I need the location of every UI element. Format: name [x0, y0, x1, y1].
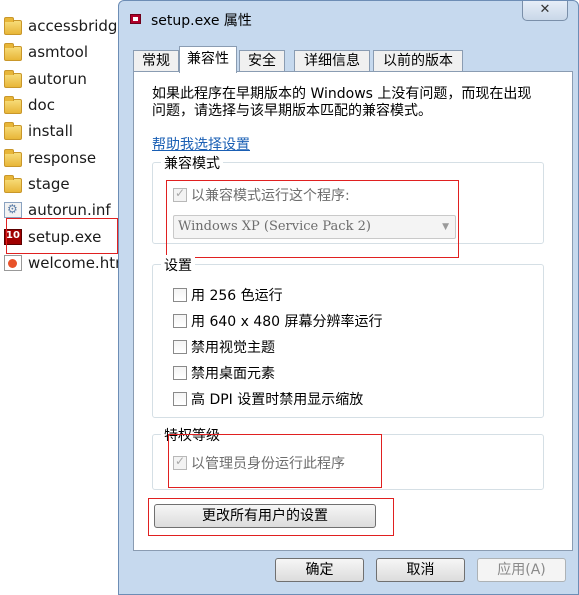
tab-security[interactable]: 安全	[239, 50, 285, 72]
title-bar[interactable]: setup.exe 属性 ✕	[119, 1, 578, 35]
folder-icon	[4, 42, 22, 61]
run-as-admin-checkbox[interactable]	[173, 454, 187, 470]
group-title-privilege: 特权等级	[161, 425, 223, 445]
file-name: autorun.inf	[28, 201, 111, 219]
folder-icon	[4, 95, 22, 114]
folder-icon	[4, 148, 22, 167]
compat-mode-checkbox[interactable]	[173, 186, 187, 202]
compat-mode-select[interactable]: Windows XP (Service Pack 2) ▼	[173, 215, 456, 239]
compat-mode-group: 兼容模式 以兼容模式运行这个程序: Windows XP (Service Pa…	[152, 153, 544, 244]
group-title-compat-mode: 兼容模式	[161, 153, 223, 173]
option-640x480[interactable]: 用 640 x 480 屏幕分辨率运行	[173, 311, 383, 331]
privilege-group: 特权等级 以管理员身份运行此程序	[152, 425, 544, 490]
intro-text: 如果此程序在早期版本的 Windows 上没有问题，而现在出现问题，请选择与该早…	[152, 86, 532, 119]
change-all-users-button[interactable]: 更改所有用户的设置	[154, 504, 376, 528]
file-name: response	[28, 149, 97, 167]
window-title: setup.exe 属性	[151, 13, 252, 29]
compat-mode-select-value: Windows XP (Service Pack 2)	[178, 219, 371, 234]
folder-icon	[4, 174, 22, 193]
checkbox[interactable]	[173, 392, 187, 406]
file-name: stage	[28, 175, 70, 193]
chevron-down-icon: ▼	[442, 222, 449, 232]
folder-icon	[4, 16, 22, 35]
explorer-file-list: accessbridg asmtool autorun doc install …	[0, 0, 125, 595]
folder-icon	[4, 69, 22, 88]
close-button[interactable]: ✕	[522, 1, 568, 21]
option-256-colors[interactable]: 用 256 色运行	[173, 285, 283, 305]
file-name: asmtool	[28, 43, 89, 61]
file-item-autorun[interactable]: autorun	[0, 67, 125, 91]
option-disable-desktop-composition[interactable]: 禁用桌面元素	[173, 363, 275, 383]
ok-button[interactable]: 确定	[275, 558, 364, 582]
file-item-welcome-htm[interactable]: welcome.htm	[0, 251, 125, 275]
compatibility-panel: 如果此程序在早期版本的 Windows 上没有问题，而现在出现问题，请选择与该早…	[133, 71, 573, 551]
cancel-button[interactable]: 取消	[376, 558, 465, 582]
file-name: doc	[28, 96, 55, 114]
run-as-admin-option[interactable]: 以管理员身份运行此程序	[173, 453, 345, 473]
checkbox[interactable]	[173, 314, 187, 328]
file-item-stage[interactable]: stage	[0, 172, 125, 196]
checkbox[interactable]	[173, 340, 187, 354]
option-disable-dpi-scaling[interactable]: 高 DPI 设置时禁用显示缩放	[173, 389, 363, 409]
group-title-settings: 设置	[161, 255, 195, 275]
file-item-response[interactable]: response	[0, 146, 125, 170]
file-item-accessbridg[interactable]: accessbridg	[0, 14, 125, 38]
file-name: welcome.htm	[28, 254, 125, 272]
option-label: 用 256 色运行	[191, 288, 283, 304]
option-label: 高 DPI 设置时禁用显示缩放	[191, 392, 364, 408]
file-name: setup.exe	[28, 228, 102, 246]
app-icon	[130, 14, 141, 24]
file-item-install[interactable]: install	[0, 119, 125, 143]
settings-group: 设置 用 256 色运行 用 640 x 480 屏幕分辨率运行 禁用视觉主题 …	[152, 255, 544, 418]
run-as-admin-label: 以管理员身份运行此程序	[191, 456, 345, 472]
inf-file-icon	[4, 202, 22, 218]
file-name: install	[28, 122, 73, 140]
properties-dialog: setup.exe 属性 ✕ 常规 兼容性 安全 详细信息 以前的版本 如果此程…	[118, 0, 579, 595]
tab-compatibility[interactable]: 兼容性	[179, 46, 237, 73]
option-label: 用 640 x 480 屏幕分辨率运行	[191, 314, 383, 330]
option-label: 禁用桌面元素	[191, 366, 275, 382]
html-file-icon	[4, 255, 22, 271]
option-disable-visual-themes[interactable]: 禁用视觉主题	[173, 337, 275, 357]
file-name: accessbridg	[28, 17, 118, 35]
folder-icon	[4, 121, 22, 140]
compat-mode-label: 以兼容模式运行这个程序:	[191, 188, 350, 204]
tab-general[interactable]: 常规	[133, 50, 179, 72]
apply-button[interactable]: 应用(A)	[477, 558, 566, 582]
file-item-asmtool[interactable]: asmtool	[0, 40, 125, 64]
file-item-autorun-inf[interactable]: autorun.inf	[0, 198, 125, 222]
tab-details[interactable]: 详细信息	[294, 50, 370, 72]
help-link[interactable]: 帮助我选择设置	[152, 134, 250, 154]
file-item-setup-exe[interactable]: setup.exe	[0, 225, 125, 249]
checkbox[interactable]	[173, 288, 187, 302]
compat-mode-option[interactable]: 以兼容模式运行这个程序:	[173, 185, 350, 205]
checkbox[interactable]	[173, 366, 187, 380]
file-item-doc[interactable]: doc	[0, 93, 125, 117]
tab-previous-versions[interactable]: 以前的版本	[373, 50, 463, 72]
option-label: 禁用视觉主题	[191, 340, 275, 356]
exe-file-icon	[4, 229, 22, 245]
close-icon: ✕	[539, 2, 551, 17]
file-name: autorun	[28, 70, 87, 88]
